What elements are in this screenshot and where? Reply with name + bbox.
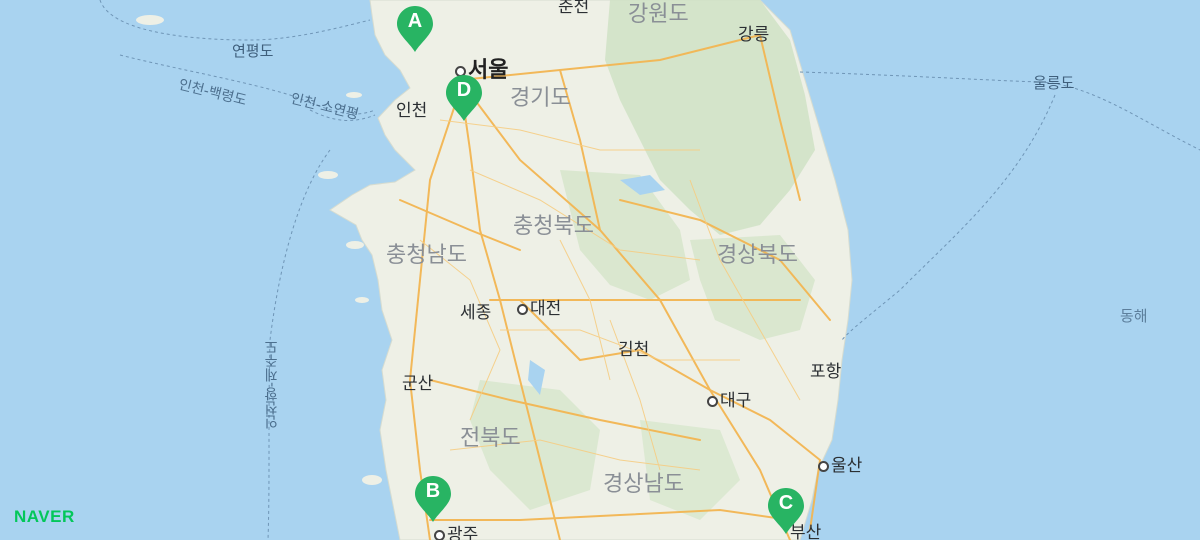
city-dot [434,529,445,540]
province-label-gyeonggi: 경기도 [510,86,571,111]
island-label-ulleung: 울릉도 [1033,74,1075,92]
city-name: 울산 [831,456,863,476]
map-marker-d[interactable]: D [444,73,484,123]
province-label-chungbuk: 충청북도 [513,214,594,239]
city-label-gimcheon: 김천 [618,340,650,360]
city-name: 대구 [720,391,752,411]
city-dot [707,395,718,407]
map-marker-a[interactable]: A [395,4,435,54]
city-name: 광주 [447,525,479,540]
city-label-daegu: 대구 [707,386,751,411]
city-name: 대전 [530,299,562,319]
city-label-incheon: 인천 [396,101,428,121]
city-dot [818,460,829,472]
map-marker-b[interactable]: B [413,474,453,524]
map-marker-c[interactable]: C [766,486,806,536]
province-label-chungnam: 충청남도 [386,243,467,268]
province-label-jeonbuk: 전북도 [460,426,521,451]
province-label-gyeongnam: 경상남도 [603,472,684,497]
province-label-gangwon: 강원도 [628,2,689,27]
city-label-ulsan: 울산 [818,451,862,476]
province-label-gyeongbuk: 경상북도 [717,243,798,268]
marker-letter: B [425,480,441,502]
sea-label-east-sea: 동해 [1120,307,1148,325]
marker-letter: C [778,492,794,514]
city-dot [517,303,528,315]
marker-letter: D [456,79,472,101]
city-label-gunsan: 군산 [402,374,434,394]
city-label-sejong: 세종 [460,303,492,323]
marker-letter: A [407,10,423,32]
city-label-pohang: 포항 [810,362,842,382]
route-label-incheon-jeju: 인천항-제주도 [264,340,280,430]
city-label-gangneung: 강릉 [738,25,770,45]
map-view[interactable]: 강원도 경기도 충청북도 충청남도 경상북도 전북도 경상남도 서울 인천 세종… [0,0,1200,540]
island-label-yeonpyeong: 연평도 [232,42,274,60]
city-label-chuncheon: 춘천 [558,0,590,17]
naver-logo[interactable]: NAVER [14,507,75,527]
city-label-daejeon: 대전 [517,294,561,319]
